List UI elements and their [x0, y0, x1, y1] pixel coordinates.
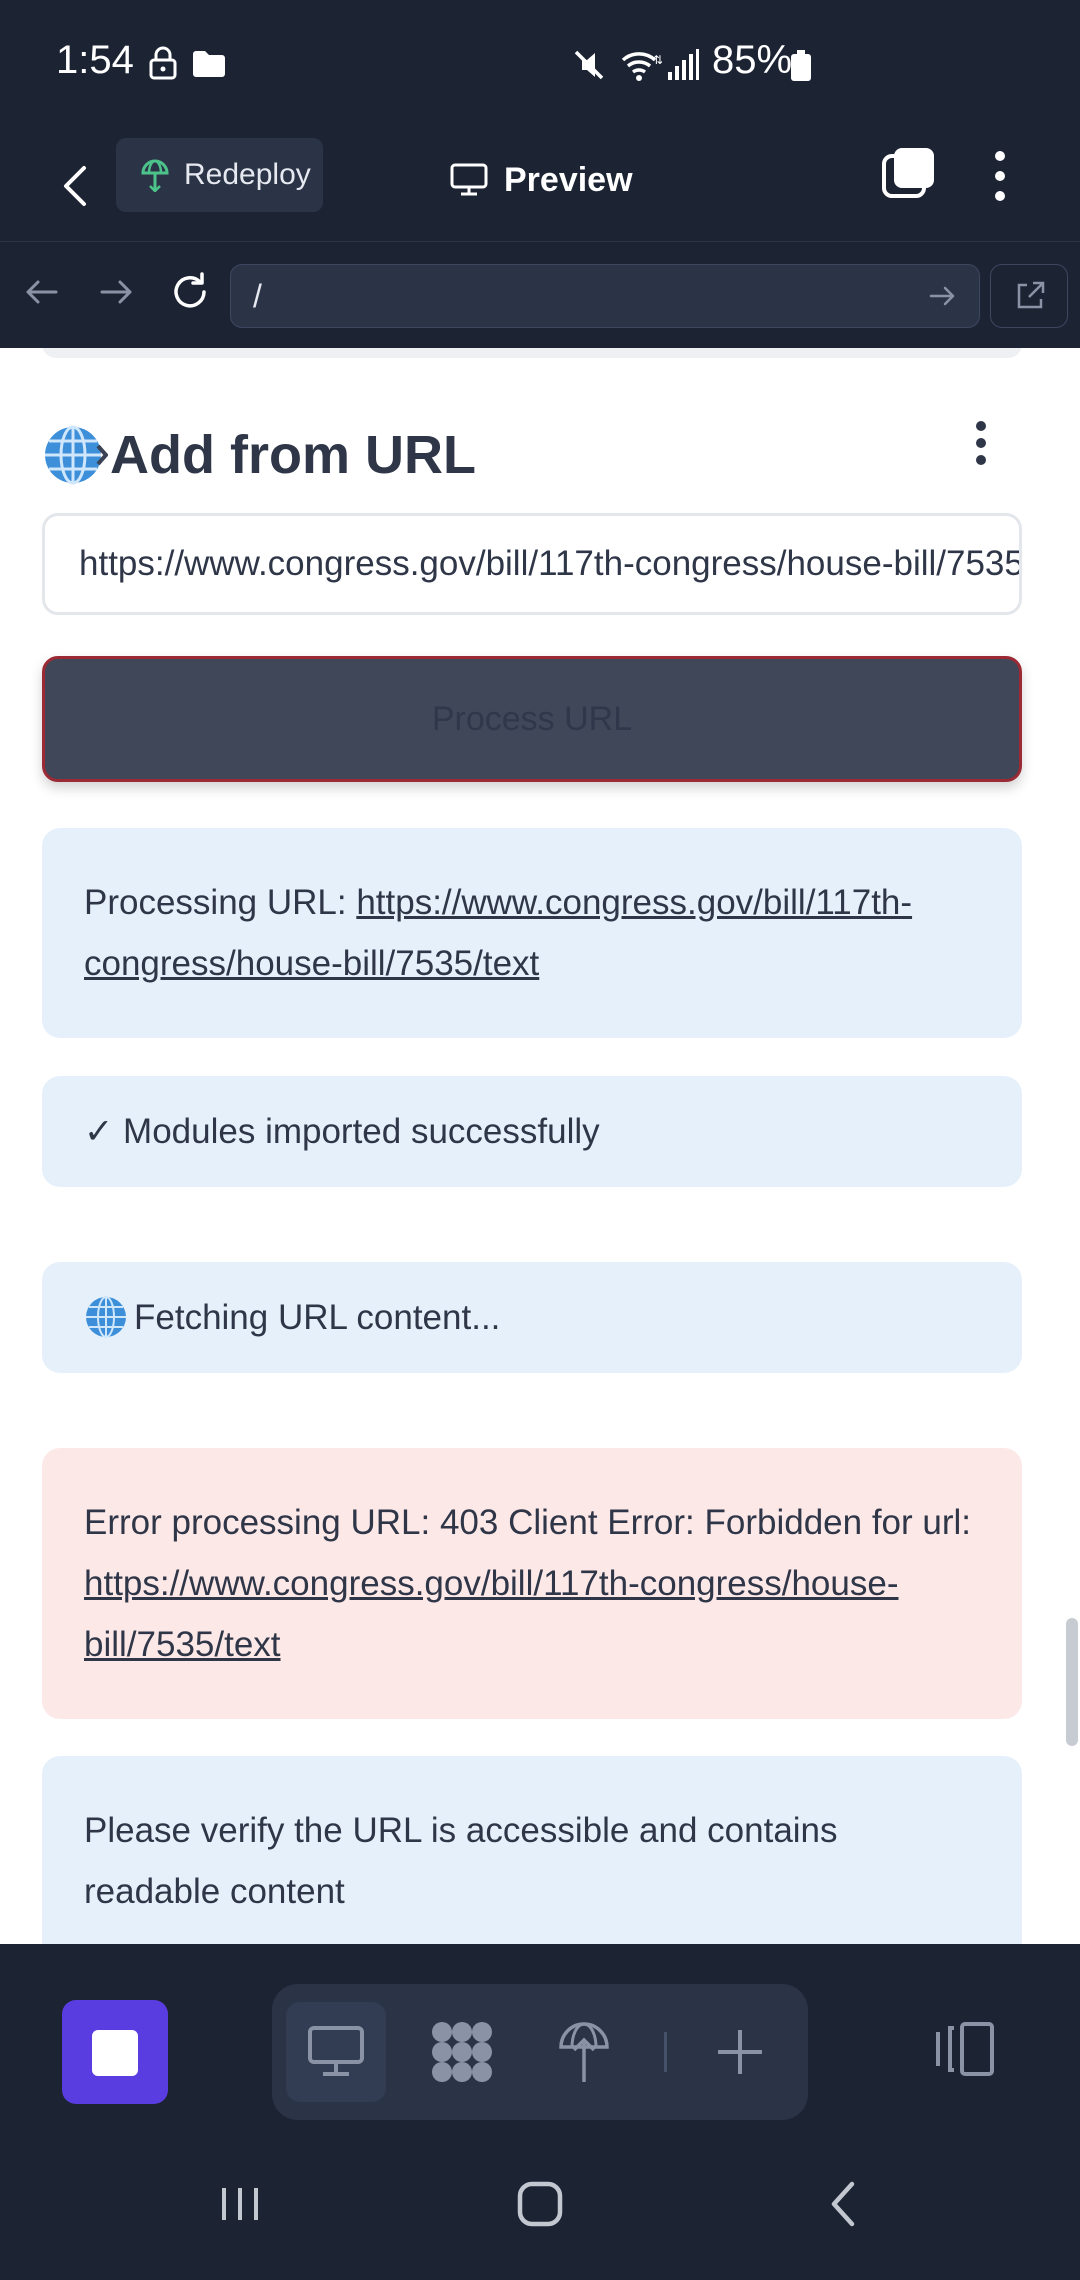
address-bar[interactable]: /: [230, 264, 980, 328]
error-prefix: Error processing URL: 403 Client Error: …: [84, 1503, 972, 1542]
section-more-icon[interactable]: [966, 418, 996, 468]
arrow-right-icon[interactable]: [94, 270, 138, 314]
redeploy-label: Redeploy: [184, 158, 311, 191]
status-time: 1:54: [56, 38, 134, 82]
preview-content[interactable]: Add from URL https://www.congress.gov/bi…: [0, 348, 1080, 1944]
fetching-message: Fetching URL content...: [42, 1262, 1022, 1373]
redeploy-button[interactable]: Redeploy: [116, 138, 323, 212]
svg-text:⇅: ⇅: [653, 53, 662, 67]
processing-message: Processing URL: https://www.congress.gov…: [42, 828, 1022, 1038]
open-external-button[interactable]: [990, 264, 1068, 328]
fetching-text: Fetching URL content...: [134, 1298, 501, 1337]
monitor-icon: [450, 163, 488, 196]
add-icon: [718, 2030, 762, 2074]
tab-deploy[interactable]: [534, 2002, 634, 2102]
tab-apps[interactable]: [412, 2002, 512, 2102]
verify-message: Please verify the URL is accessible and …: [42, 1756, 1022, 1944]
battery-percent: 85%: [712, 38, 793, 82]
modules-message: ✓ Modules imported successfully: [42, 1076, 1022, 1187]
tabs-icon[interactable]: [880, 146, 936, 202]
bottom-dock: [0, 1944, 1080, 2142]
status-bar: 1:54 ⇅ 85%: [0, 0, 1080, 130]
process-url-label: Process URL: [431, 699, 633, 738]
browser-toolbar: /: [0, 242, 1080, 348]
folder-icon: [193, 51, 225, 77]
tab-preview[interactable]: [286, 2002, 386, 2102]
go-icon[interactable]: [925, 279, 959, 313]
dock-tabs: [272, 1984, 808, 2120]
wifi-icon: ⇅: [621, 52, 662, 81]
tab-add[interactable]: [690, 2002, 790, 2102]
error-url-link[interactable]: https://www.congress.gov/bill/117th-cong…: [84, 1564, 899, 1664]
processing-prefix: Processing URL:: [84, 883, 357, 922]
nav-back-icon[interactable]: [814, 2174, 874, 2234]
signal-icon: [668, 49, 699, 80]
process-url-button[interactable]: Process URL: [42, 656, 1022, 782]
url-input-value: https://www.congress.gov/bill/117th-cong…: [79, 544, 1022, 583]
home-icon[interactable]: [510, 2174, 570, 2234]
system-nav-bar: [0, 2130, 1080, 2280]
stop-icon: [92, 2030, 138, 2076]
mute-icon: [574, 50, 604, 80]
url-input[interactable]: https://www.congress.gov/bill/117th-cong…: [42, 513, 1022, 615]
back-icon[interactable]: [50, 150, 100, 220]
reload-icon[interactable]: [168, 270, 212, 314]
more-icon[interactable]: [980, 146, 1020, 206]
redeploy-icon: [141, 159, 169, 192]
modules-text: ✓ Modules imported successfully: [84, 1112, 600, 1151]
preview-label: Preview: [504, 160, 633, 199]
preview-tab-icon: [308, 2026, 364, 2076]
battery-icon: [791, 50, 811, 81]
dock-separator: [664, 2032, 667, 2072]
address-text: /: [253, 277, 262, 314]
globe-icon: [86, 1296, 126, 1338]
lock-icon: [149, 46, 177, 80]
deploy-icon: [559, 2022, 609, 2082]
verify-text: Please verify the URL is accessible and …: [84, 1811, 838, 1911]
stop-button[interactable]: [62, 2000, 168, 2104]
section-heading: Add from URL: [42, 420, 476, 490]
split-view-icon[interactable]: [930, 2014, 1000, 2084]
recents-icon[interactable]: [210, 2174, 270, 2234]
scrollbar-thumb[interactable]: [1066, 1618, 1078, 1746]
preview-title: Preview: [450, 150, 633, 210]
previous-card: [42, 348, 1022, 358]
open-external-icon: [1017, 281, 1045, 309]
section-title: Add from URL: [110, 425, 476, 485]
globe-icon: [45, 425, 108, 485]
error-message: Error processing URL: 403 Client Error: …: [42, 1448, 1022, 1719]
apps-icon: [432, 2022, 492, 2082]
arrow-left-icon[interactable]: [20, 270, 64, 314]
app-header: Redeploy Preview: [0, 130, 1080, 242]
